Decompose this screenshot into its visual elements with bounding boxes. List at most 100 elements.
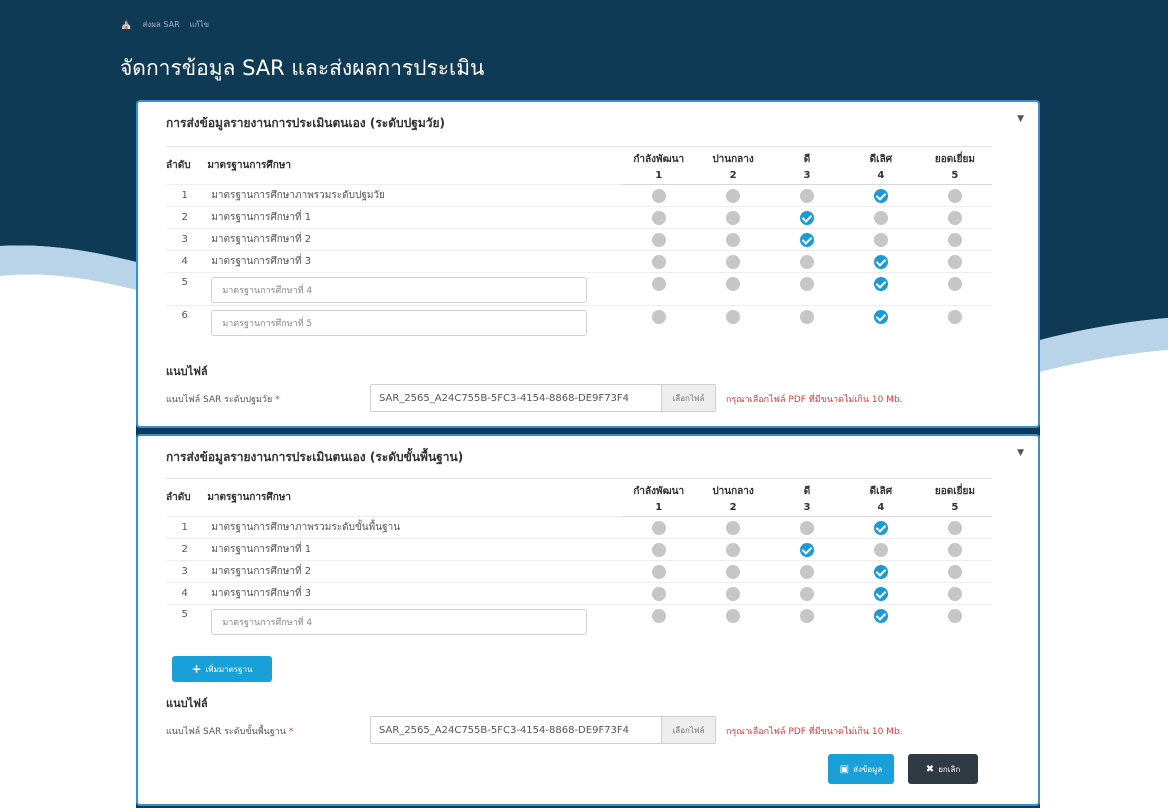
level-number: 1 [621,498,696,517]
required-mark: * [288,727,294,737]
level-radio[interactable] [800,188,815,203]
cancel-button[interactable]: ✖ ยกเลิก [908,754,978,784]
level-radio[interactable] [873,542,888,557]
standard-name: มาตรฐานการศึกษาที่ 3 [203,582,622,605]
level-header: ยอดเยี่ยม [917,478,992,499]
submit-button[interactable]: ▣ ส่งข้อมูล [828,754,894,784]
level-radio[interactable] [726,254,741,269]
check-circle-icon[interactable] [800,542,815,557]
level-radio[interactable] [873,210,888,225]
level-radio[interactable] [800,254,815,269]
level-radio[interactable] [873,232,888,247]
breadcrumb: ⛪ ส่งผล SAR แก้ไข [120,18,209,31]
standards-table: ลำดับ มาตรฐานการศึกษา กำลังพัฒนา ปานกลาง… [166,478,992,638]
file-hint: กรุณาเลือกไฟล์ PDF ที่มีขนาดไม่เกิน 10 M… [726,395,903,405]
collapse-caret-icon[interactable]: ▼ [1017,448,1024,458]
file-label: แนบไฟล์ SAR ระดับปฐมวัย * [166,392,280,406]
level-radio[interactable] [651,586,666,601]
level-number: 2 [695,166,771,185]
level-radio[interactable] [947,586,962,601]
collapse-caret-icon[interactable]: ▼ [1017,114,1024,124]
level-radio[interactable] [800,586,815,601]
check-circle-icon[interactable] [873,609,888,623]
level-header: ดี [770,146,844,167]
check-circle-icon[interactable] [873,586,888,601]
row-index: 6 [166,305,204,339]
level-radio[interactable] [947,232,962,247]
level-number: 4 [843,498,918,517]
table-row: 4 มาตรฐานการศึกษาที่ 3 [166,582,992,605]
level-radio[interactable] [947,310,962,324]
browse-button[interactable]: เลือกไฟล์ [661,385,715,411]
level-radio[interactable] [947,277,962,291]
level-radio[interactable] [651,520,666,535]
check-circle-icon[interactable] [800,210,815,225]
row-index: 4 [166,250,204,273]
level-radio[interactable] [726,520,741,535]
level-radio[interactable] [947,520,962,535]
standard-name-input[interactable]: มาตรฐานการศึกษาที่ 4 [211,609,588,635]
level-radio[interactable] [800,609,815,623]
standard-name-input[interactable]: มาตรฐานการศึกษาที่ 4 [211,277,588,303]
level-radio[interactable] [651,188,666,203]
standard-name-input[interactable]: มาตรฐานการศึกษาที่ 5 [211,310,588,336]
browse-button[interactable]: เลือกไฟล์ [661,717,715,743]
level-radio[interactable] [651,310,666,324]
check-circle-icon[interactable] [873,564,888,579]
level-radio[interactable] [651,254,666,269]
level-radio[interactable] [651,609,666,623]
row-index: 2 [166,206,204,229]
level-header: กำลังพัฒนา [621,146,696,167]
home-icon[interactable]: ⛪ [120,19,132,30]
attach-title: แนบไฟล์ [166,365,208,378]
level-radio[interactable] [726,310,741,324]
level-number: 2 [695,498,771,517]
file-name: SAR_2565_A24C755B-5FC3-4154-8868-DE9F73F… [379,392,630,404]
level-radio[interactable] [947,210,962,225]
level-radio[interactable] [651,277,666,291]
level-radio[interactable] [947,188,962,203]
level-radio[interactable] [651,564,666,579]
table-row: 5 มาตรฐานการศึกษาที่ 4 [166,604,992,638]
file-input[interactable]: SAR_2565_A24C755B-5FC3-4154-8868-DE9F73F… [370,384,716,412]
level-radio[interactable] [800,564,815,579]
row-index: 3 [166,560,204,583]
check-circle-icon[interactable] [800,232,815,247]
check-circle-icon[interactable] [873,188,888,203]
level-radio[interactable] [726,586,741,601]
check-circle-icon[interactable] [873,310,888,324]
required-mark: * [275,395,280,405]
level-radio[interactable] [726,210,741,225]
add-standard-button[interactable]: + เพิ่มมาตรฐาน [172,656,272,682]
level-radio[interactable] [947,542,962,557]
level-radio[interactable] [800,310,815,324]
level-radio[interactable] [726,232,741,247]
row-index: 4 [166,582,204,605]
level-radio[interactable] [947,564,962,579]
level-radio[interactable] [800,277,815,291]
level-radio[interactable] [947,254,962,269]
check-circle-icon[interactable] [873,277,888,291]
level-radio[interactable] [947,609,962,623]
level-radio[interactable] [800,520,815,535]
level-radio[interactable] [726,609,741,623]
standard-name: มาตรฐานการศึกษาที่ 2 [203,560,622,583]
check-circle-icon[interactable] [873,520,888,535]
level-radio[interactable] [726,564,741,579]
level-radio[interactable] [726,542,741,557]
check-circle-icon[interactable] [873,254,888,269]
level-number: 3 [770,498,844,517]
level-number: 5 [917,166,992,185]
file-input[interactable]: SAR_2565_A24C755B-5FC3-4154-8868-DE9F73F… [370,716,716,744]
save-icon: ▣ [839,763,850,775]
row-index: 5 [166,272,204,306]
card-title: การส่งข้อมูลรายงานการประเมินตนเอง (ระดับ… [166,116,446,130]
standard-name: มาตรฐานการศึกษาที่ 2 [203,228,622,251]
level-radio[interactable] [726,277,741,291]
level-radio[interactable] [651,232,666,247]
level-radio[interactable] [651,210,666,225]
level-header: ดีเลิศ [843,146,918,167]
level-radio[interactable] [726,188,741,203]
breadcrumb-item-sar[interactable]: ส่งผล SAR [142,18,179,31]
level-radio[interactable] [651,542,666,557]
